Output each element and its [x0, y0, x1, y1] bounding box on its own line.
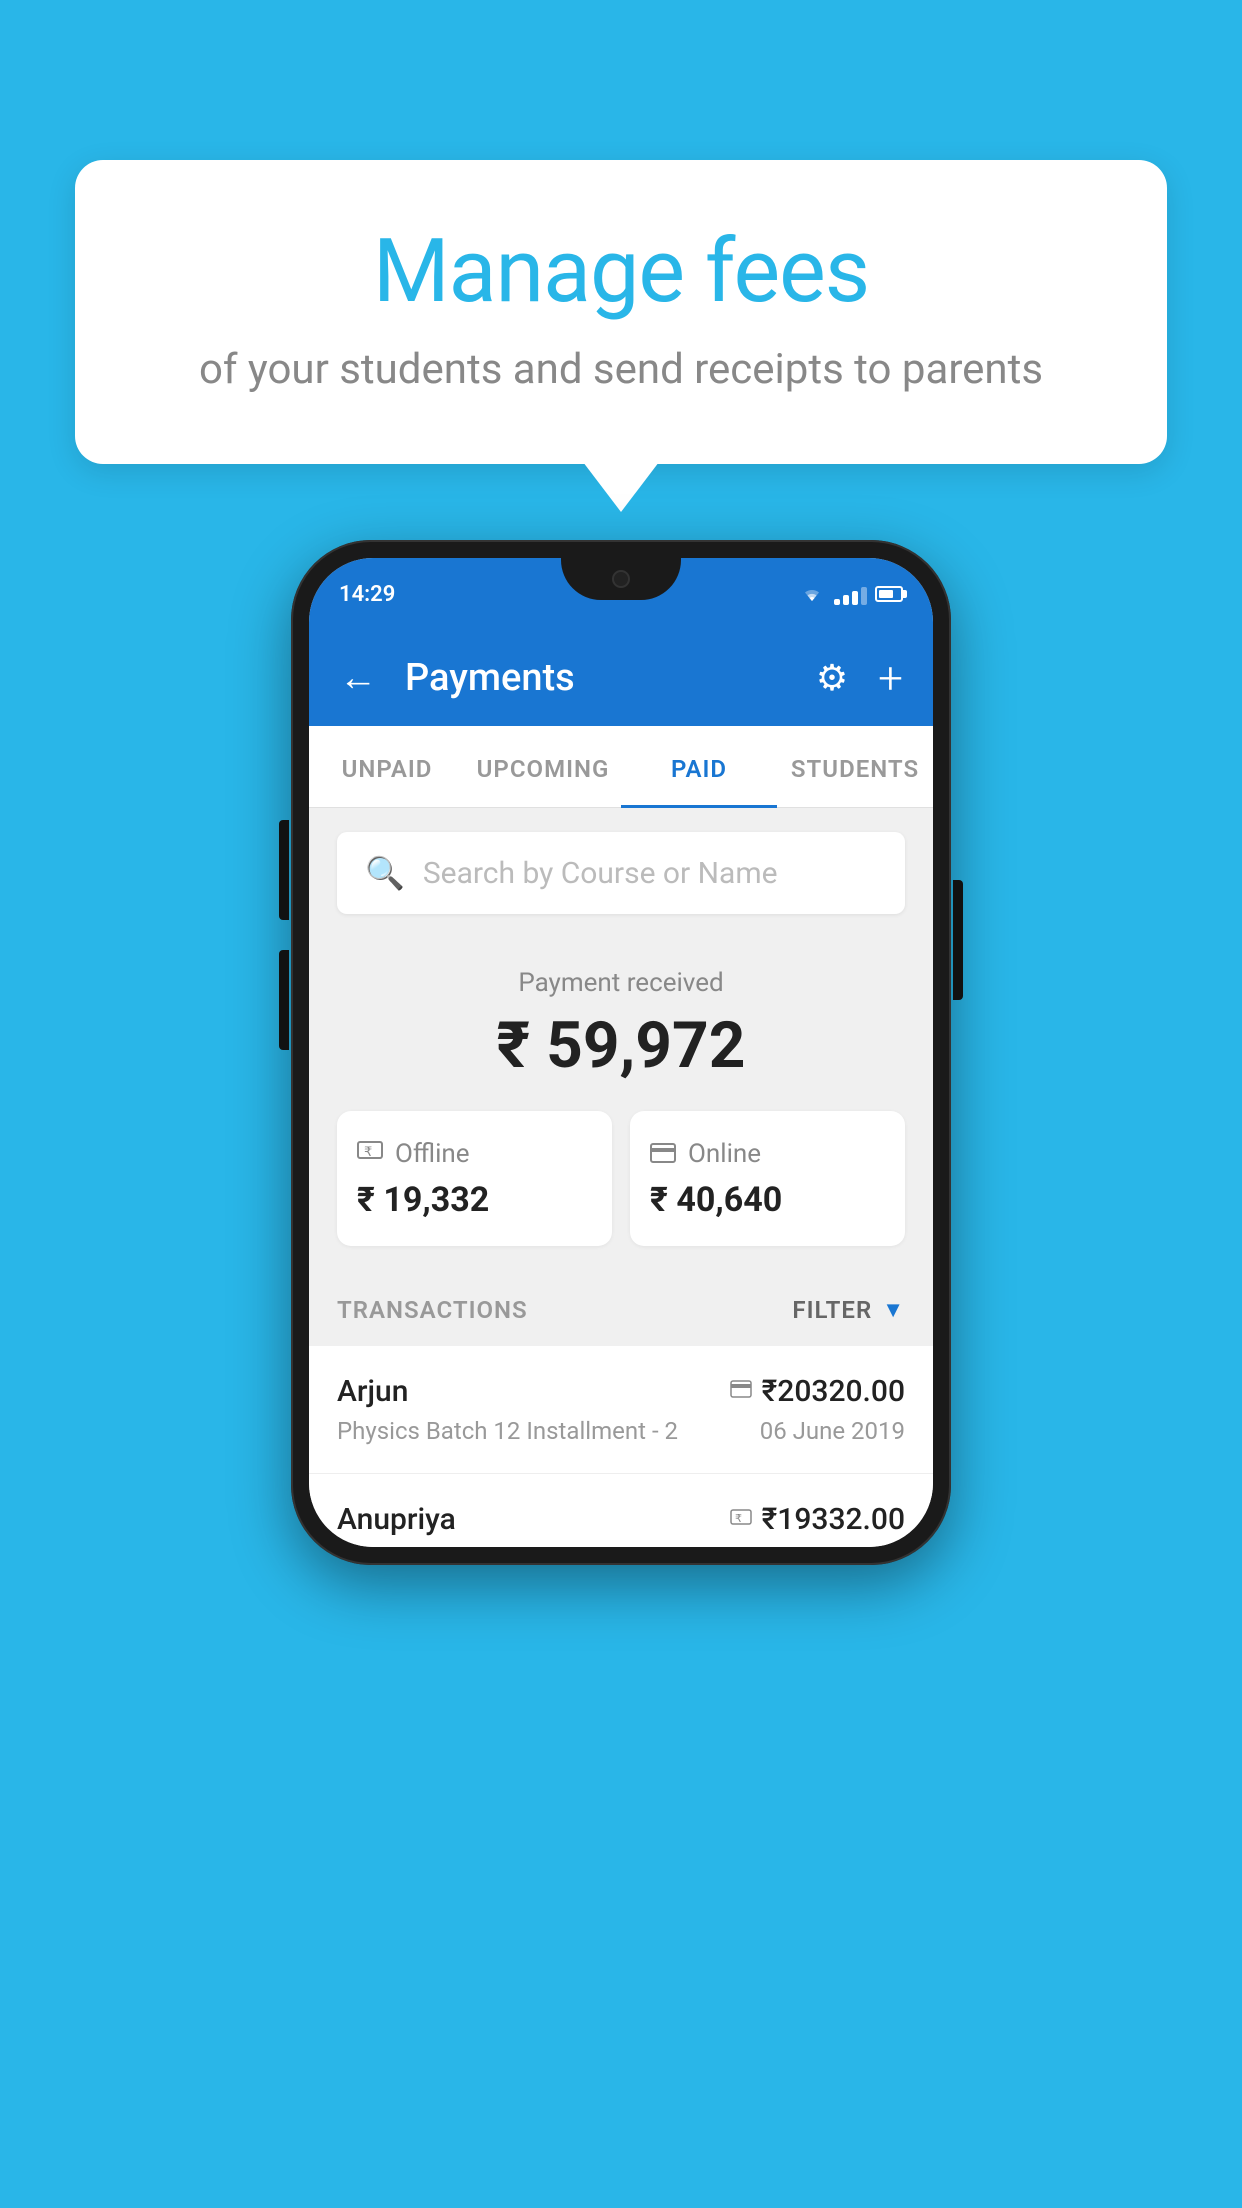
search-icon: 🔍	[365, 854, 405, 892]
transaction-top-arjun: Arjun ₹20320.00	[337, 1374, 905, 1409]
payment-summary: Payment received ₹ 59,972 ₹	[309, 938, 933, 1274]
gear-button[interactable]: ⚙	[816, 657, 848, 699]
search-box[interactable]: 🔍 Search by Course or Name	[337, 832, 905, 914]
phone-outer: 14:29	[291, 540, 951, 1565]
add-button[interactable]: +	[878, 652, 903, 704]
online-amount: ₹ 40,640	[650, 1180, 885, 1220]
phone-screen: 14:29	[309, 558, 933, 1547]
transaction-name-anupriya: Anupriya	[337, 1502, 456, 1537]
tabs-bar: UNPAID UPCOMING PAID STUDENTS	[309, 726, 933, 808]
offline-pay-icon-anupriya: ₹	[730, 1506, 752, 1534]
svg-text:₹: ₹	[364, 1144, 372, 1159]
status-icons	[798, 583, 903, 605]
battery-fill	[879, 590, 893, 598]
transaction-course-arjun: Physics Batch 12 Installment - 2	[337, 1417, 678, 1445]
offline-card-header: ₹ Offline	[357, 1137, 592, 1170]
payment-total-amount: ₹ 59,972	[337, 1008, 905, 1083]
filter-label: FILTER	[792, 1296, 872, 1324]
transaction-row-arjun[interactable]: Arjun ₹20320.00 Physics Batch 12 Install…	[309, 1346, 933, 1474]
phone-mockup: 14:29	[291, 540, 951, 1565]
hero-card: Manage fees of your students and send re…	[75, 160, 1167, 464]
offline-icon: ₹	[357, 1137, 383, 1170]
status-time: 14:29	[339, 582, 395, 607]
transaction-amount-wrap-arjun: ₹20320.00	[730, 1374, 905, 1409]
online-icon	[650, 1137, 676, 1170]
filter-icon: ▼	[882, 1297, 905, 1323]
hero-subtitle: of your students and send receipts to pa…	[155, 345, 1087, 394]
svg-text:₹: ₹	[735, 1513, 742, 1525]
transactions-header: TRANSACTIONS FILTER ▼	[309, 1274, 933, 1346]
transactions-label: TRANSACTIONS	[337, 1296, 528, 1324]
search-input[interactable]: Search by Course or Name	[423, 856, 778, 891]
app-header: ← Payments ⚙ +	[309, 630, 933, 726]
transaction-bottom-arjun: Physics Batch 12 Installment - 2 06 June…	[337, 1417, 905, 1445]
filter-button[interactable]: FILTER ▼	[792, 1296, 905, 1324]
online-type-label: Online	[688, 1139, 761, 1169]
transaction-amount-wrap-anupriya: ₹ ₹19332.00	[730, 1502, 905, 1537]
tab-paid[interactable]: PAID	[621, 727, 777, 808]
payment-cards: ₹ Offline ₹ 19,332	[337, 1111, 905, 1246]
app-title: Payments	[405, 656, 796, 700]
offline-type-label: Offline	[395, 1139, 470, 1169]
hero-title: Manage fees	[155, 220, 1087, 323]
online-pay-icon-arjun	[730, 1379, 752, 1404]
transaction-amount-anupriya: ₹19332.00	[762, 1502, 905, 1537]
payment-received-label: Payment received	[337, 968, 905, 998]
camera-dot	[612, 570, 630, 588]
tab-students[interactable]: STUDENTS	[777, 727, 933, 808]
offline-card: ₹ Offline ₹ 19,332	[337, 1111, 612, 1246]
search-area: 🔍 Search by Course or Name	[309, 808, 933, 938]
online-card: Online ₹ 40,640	[630, 1111, 905, 1246]
status-bar: 14:29	[309, 558, 933, 630]
battery-icon	[875, 586, 903, 602]
wifi-icon	[798, 583, 826, 605]
back-button[interactable]: ←	[339, 656, 377, 700]
tab-unpaid[interactable]: UNPAID	[309, 727, 465, 808]
transaction-row-anupriya[interactable]: Anupriya ₹ ₹19332.00	[309, 1474, 933, 1547]
signal-icon	[834, 583, 867, 605]
transaction-date-arjun: 06 June 2019	[760, 1417, 905, 1445]
transaction-amount-arjun: ₹20320.00	[762, 1374, 905, 1409]
transaction-name-arjun: Arjun	[337, 1374, 408, 1409]
notch-cutout	[561, 558, 681, 600]
transaction-top-anupriya: Anupriya ₹ ₹19332.00	[337, 1502, 905, 1537]
tab-upcoming[interactable]: UPCOMING	[465, 727, 621, 808]
offline-amount: ₹ 19,332	[357, 1180, 592, 1220]
online-card-header: Online	[650, 1137, 885, 1170]
